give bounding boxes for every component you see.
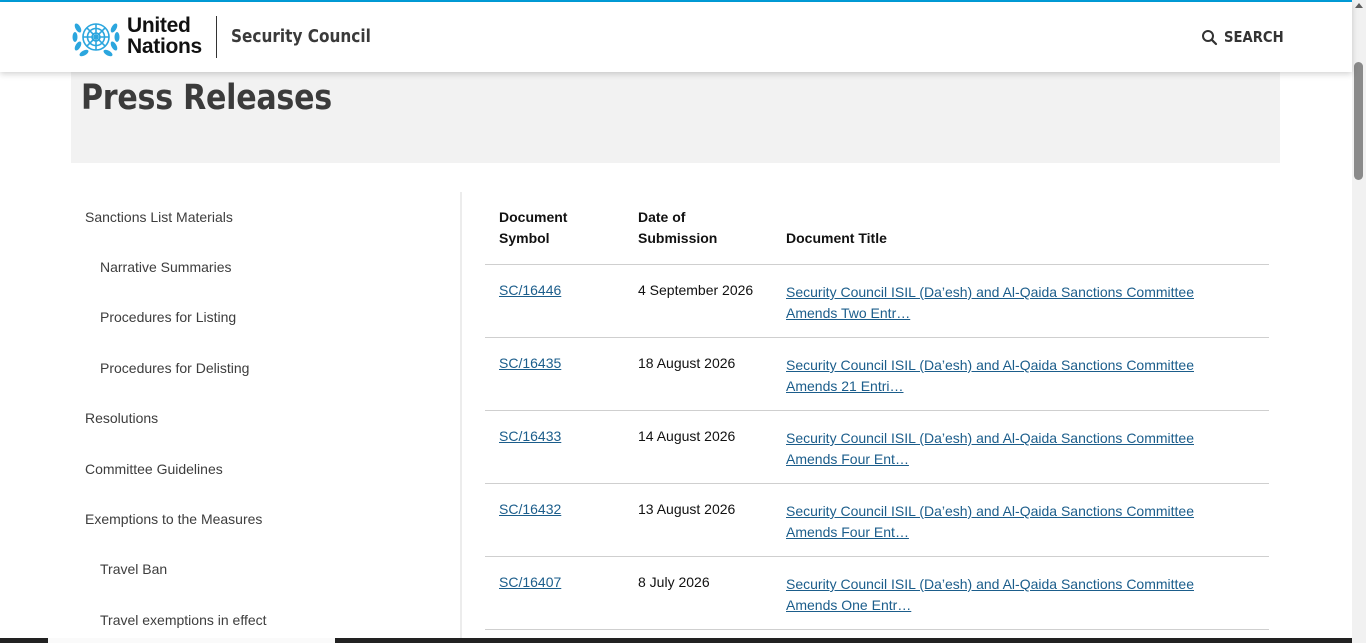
document-title-link[interactable]: Security Council ISIL (Da’esh) and Al-Qa…: [786, 428, 1226, 470]
document-symbol-link[interactable]: SC/16446: [499, 282, 561, 298]
document-symbol-link[interactable]: SC/16435: [499, 355, 561, 371]
submission-date: 4 September 2026: [638, 282, 754, 298]
header-symbol-line-2: Symbol: [499, 230, 550, 246]
un-emblem-icon[interactable]: [70, 14, 122, 60]
table-row: SC/16432 13 August 2026 Security Council…: [485, 483, 1269, 556]
title-line-1: Security Council ISIL (Da’esh) and Al-Qa…: [786, 430, 1194, 446]
document-symbol-link[interactable]: SC/16432: [499, 501, 561, 517]
bottom-edge-gap: [48, 638, 335, 643]
document-symbol-link[interactable]: SC/16433: [499, 428, 561, 444]
site-title[interactable]: Security Council: [231, 26, 371, 47]
search-label: SEARCH: [1224, 28, 1284, 46]
document-title-link[interactable]: Security Council ISIL (Da’esh) and Al-Qa…: [786, 282, 1226, 324]
scrollbar-thumb[interactable]: [1354, 62, 1363, 180]
table-row: SC/16433 14 August 2026 Security Council…: [485, 410, 1269, 483]
site-header: United Nations Security Council SEARCH: [0, 2, 1352, 72]
sidebar-item-resolutions[interactable]: Resolutions: [85, 410, 158, 426]
sidebar-item-travel-ban[interactable]: Travel Ban: [100, 561, 167, 577]
sidebar-divider: [460, 192, 462, 643]
document-title-link[interactable]: Security Council ISIL (Da’esh) and Al-Qa…: [786, 501, 1226, 543]
title-line-1: Security Council ISIL (Da’esh) and Al-Qa…: [786, 503, 1194, 519]
sidebar-item-exemptions[interactable]: Exemptions to the Measures: [85, 511, 262, 527]
title-line-2: Amends Four Ent…: [786, 524, 909, 540]
header-symbol-line-1: Document: [499, 209, 568, 225]
page-hero: Press Releases: [71, 72, 1280, 163]
submission-date: 8 July 2026: [638, 574, 710, 590]
brand-divider: [216, 16, 217, 58]
submission-date: 13 August 2026: [638, 501, 736, 517]
document-title-link[interactable]: Security Council ISIL (Da’esh) and Al-Qa…: [786, 574, 1226, 616]
document-symbol-link[interactable]: SC/16407: [499, 574, 561, 590]
table-row: SC/16435 18 August 2026 Security Council…: [485, 337, 1269, 410]
scroll-up-arrow-icon[interactable]: [1355, 3, 1363, 8]
submission-date: 18 August 2026: [638, 355, 736, 371]
title-line-1: Security Council ISIL (Da’esh) and Al-Qa…: [786, 357, 1194, 373]
sidebar-item-procedures-for-listing[interactable]: Procedures for Listing: [100, 309, 236, 325]
title-line-2: Amends Four Ent…: [786, 451, 909, 467]
header-date-line-2: Submission: [638, 230, 718, 246]
title-line-1: Security Council ISIL (Da’esh) and Al-Qa…: [786, 576, 1194, 592]
title-line-2: Amends Two Entr…: [786, 305, 911, 321]
title-line-2: Amends One Entr…: [786, 597, 912, 613]
brand-line-2: Nations: [127, 35, 202, 58]
page-title: Press Releases: [81, 78, 332, 118]
sidebar-item-travel-exemptions[interactable]: Travel exemptions in effect: [100, 612, 267, 628]
search-button[interactable]: SEARCH: [1201, 26, 1292, 48]
document-title-link[interactable]: Security Council ISIL (Da’esh) and Al-Qa…: [786, 355, 1226, 397]
title-line-1: Security Council ISIL (Da’esh) and Al-Qa…: [786, 284, 1194, 300]
table-row: SC/16446 4 September 2026 Security Counc…: [485, 264, 1269, 337]
column-header-date[interactable]: Date of Submission: [638, 207, 717, 249]
sidebar-item-sanctions-list-materials[interactable]: Sanctions List Materials: [85, 209, 233, 225]
sidebar-item-committee-guidelines[interactable]: Committee Guidelines: [85, 461, 223, 477]
column-header-title[interactable]: Document Title: [786, 228, 887, 249]
magnifier-icon: [1202, 29, 1218, 45]
sidebar-item-narrative-summaries[interactable]: Narrative Summaries: [100, 259, 231, 275]
sidebar-item-procedures-for-delisting[interactable]: Procedures for Delisting: [100, 360, 249, 376]
brand-line-1: United: [127, 14, 191, 37]
column-header-symbol[interactable]: Document Symbol: [499, 207, 567, 249]
submission-date: 14 August 2026: [638, 428, 736, 444]
table-row: SC/16407 8 July 2026 Security Council IS…: [485, 556, 1269, 629]
header-date-line-1: Date of: [638, 209, 686, 225]
title-line-2: Amends 21 Entri…: [786, 378, 904, 394]
brand-name[interactable]: United Nations: [127, 15, 202, 57]
